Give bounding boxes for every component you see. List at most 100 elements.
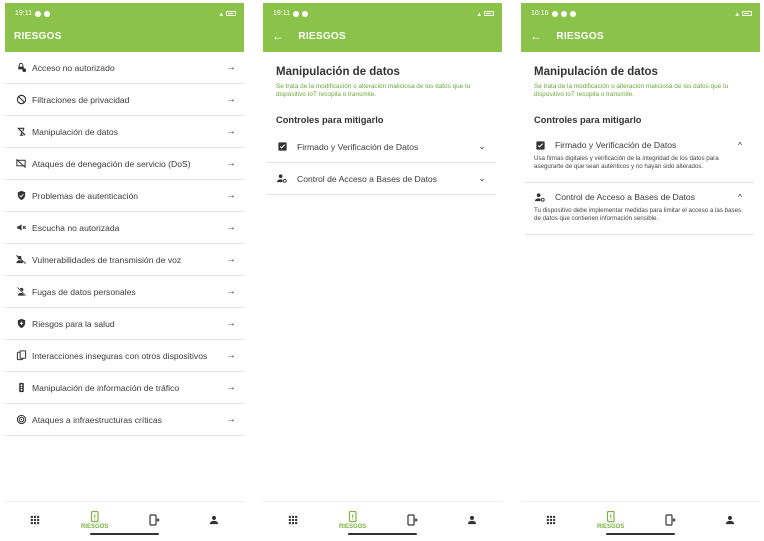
status-bar: 10:16 ▴ [521,3,760,20]
chevron-up-icon[interactable]: ^ [735,141,745,150]
notification-icon [560,10,567,17]
control-acceso-bd[interactable]: Control de Acceso a Bases de Datos ⌄ [267,163,496,195]
control-acceso-bd[interactable]: Control de Acceso a Bases de Datos ^ Tu … [525,183,754,236]
person-icon [209,515,219,525]
arrow-right-icon: → [226,350,236,361]
risk-description: Se trata de la modificación o alteración… [534,83,729,98]
target-icon [15,414,27,426]
notification-icon [293,10,299,17]
volume-off-icon [15,222,27,234]
risk-label: Vulnerabilidades de transmisión de voz [32,254,182,265]
risk-item-manipulacion-datos[interactable]: Manipulación de datos → [5,116,244,148]
control-label: Firmado y Verificación de Datos [555,140,677,150]
battery-icon [742,11,752,16]
risk-detail: Manipulación de datos Se trata de la mod… [521,52,760,236]
page-title: RIESGOS [556,30,604,42]
back-arrow-icon[interactable]: ← [272,29,284,43]
status-time: 19:11 [273,10,290,17]
risk-item-fugas[interactable]: Fugas de datos personales → [5,276,244,308]
risk-item-interacciones[interactable]: Interacciones inseguras con otros dispos… [5,340,244,372]
back-arrow-icon[interactable]: ← [530,29,542,43]
voice-off-icon [15,254,27,266]
checkbox-icon [534,139,546,151]
nav-grid[interactable] [263,502,323,538]
home-indicator [90,533,159,535]
person-icon [467,515,477,525]
person-gear-icon [276,173,288,185]
app-header: 19:11 ▴ RIESGOS [5,3,244,52]
nav-grid[interactable] [521,502,581,538]
control-description: Tu dispositivo debe implementar medidas … [534,207,742,222]
risk-label: Manipulación de información de tráfico [32,382,180,393]
page-title: RIESGOS [298,30,346,42]
nav-label: RIESGOS [338,523,367,530]
signal-icon: ▴ [477,10,481,18]
nav-grid[interactable] [5,502,65,538]
risk-item-escucha[interactable]: Escucha no autorizada → [5,212,244,244]
control-label: Control de Acceso a Bases de Datos [555,192,695,203]
chevron-up-icon[interactable]: ^ [735,193,745,202]
device-off-icon [15,158,27,170]
risk-item-voz[interactable]: Vulnerabilidades de transmisión de voz → [5,244,244,276]
grid-icon [288,515,298,525]
arrow-right-icon: → [226,126,236,137]
data-off-icon [15,126,27,138]
arrow-right-icon: → [226,94,236,105]
app-header: 19:11 ▴ ← RIESGOS [263,3,502,52]
risk-label: Fugas de datos personales [32,286,136,297]
battery-icon [226,11,236,16]
app-bar: ← RIESGOS [263,20,502,52]
control-label: Firmado y Verificación de Datos [297,141,419,152]
control-firmado[interactable]: Firmado y Verificación de Datos ⌄ [267,131,496,163]
risk-item-filtraciones-privacidad[interactable]: Filtraciones de privacidad → [5,84,244,116]
signal-icon: ▴ [735,10,739,18]
person-gear-icon [534,191,546,203]
chevron-down-icon[interactable]: ⌄ [477,142,487,151]
arrow-right-icon: → [226,158,236,169]
nav-label: RIESGOS [596,523,625,530]
risk-item-dos[interactable]: Ataques de denegación de servicio (DoS) … [5,148,244,180]
person-off-icon [15,286,27,298]
notification-icon [302,10,308,17]
device-alert-icon [606,510,616,523]
arrow-right-icon: → [226,62,236,73]
shield-check-icon [15,190,27,202]
control-description: Usa firmas digitales y verificación de l… [534,155,719,170]
arrow-right-icon: → [226,254,236,265]
page-title: RIESGOS [14,30,62,42]
nav-label: RIESGOS [80,523,109,530]
device-share-icon [407,514,418,526]
traffic-light-icon [15,382,27,394]
nav-profile[interactable] [700,502,760,538]
person-icon [725,515,735,525]
app-bar: ← RIESGOS [521,20,760,52]
risk-label: Riesgos para la salud [32,318,115,329]
nav-profile[interactable] [184,502,244,538]
lock-person-icon [15,62,27,74]
home-indicator [348,533,417,535]
risk-item-trafico[interactable]: Manipulación de información de tráfico → [5,372,244,404]
control-firmado[interactable]: Firmado y Verificación de Datos ^ Usa fi… [525,131,754,184]
arrow-right-icon: → [226,286,236,297]
risk-label: Problemas de autenticación [32,190,139,201]
chevron-down-icon[interactable]: ⌄ [477,174,487,183]
device-share-icon [665,514,676,526]
grid-icon [30,515,40,525]
risk-item-autenticacion[interactable]: Problemas de autenticación → [5,180,244,212]
app-header: 10:16 ▴ ← RIESGOS [521,3,760,52]
risk-item-acceso-no-autorizado[interactable]: Acceso no autorizado → [5,52,244,84]
risk-label: Filtraciones de privacidad [32,94,130,105]
screen-risk-detail-expanded: 10:16 ▴ ← RIESGOS Manipulación de datos … [521,3,760,538]
arrow-right-icon: → [226,190,236,201]
devices-icon [15,350,27,362]
risk-item-salud[interactable]: Riesgos para la salud → [5,308,244,340]
status-bar: 19:11 ▴ [5,3,244,20]
checkbox-icon [276,141,288,153]
risk-item-infraestructuras[interactable]: Ataques a infraestructuras críticas → [5,404,244,436]
grid-icon [546,515,556,525]
risk-label: Ataques a infraestructuras críticas [32,414,162,425]
nav-profile[interactable] [442,502,502,538]
arrow-right-icon: → [226,382,236,393]
risk-label: Ataques de denegación de servicio (DoS) [32,158,191,169]
risk-title: Manipulación de datos [276,66,400,78]
